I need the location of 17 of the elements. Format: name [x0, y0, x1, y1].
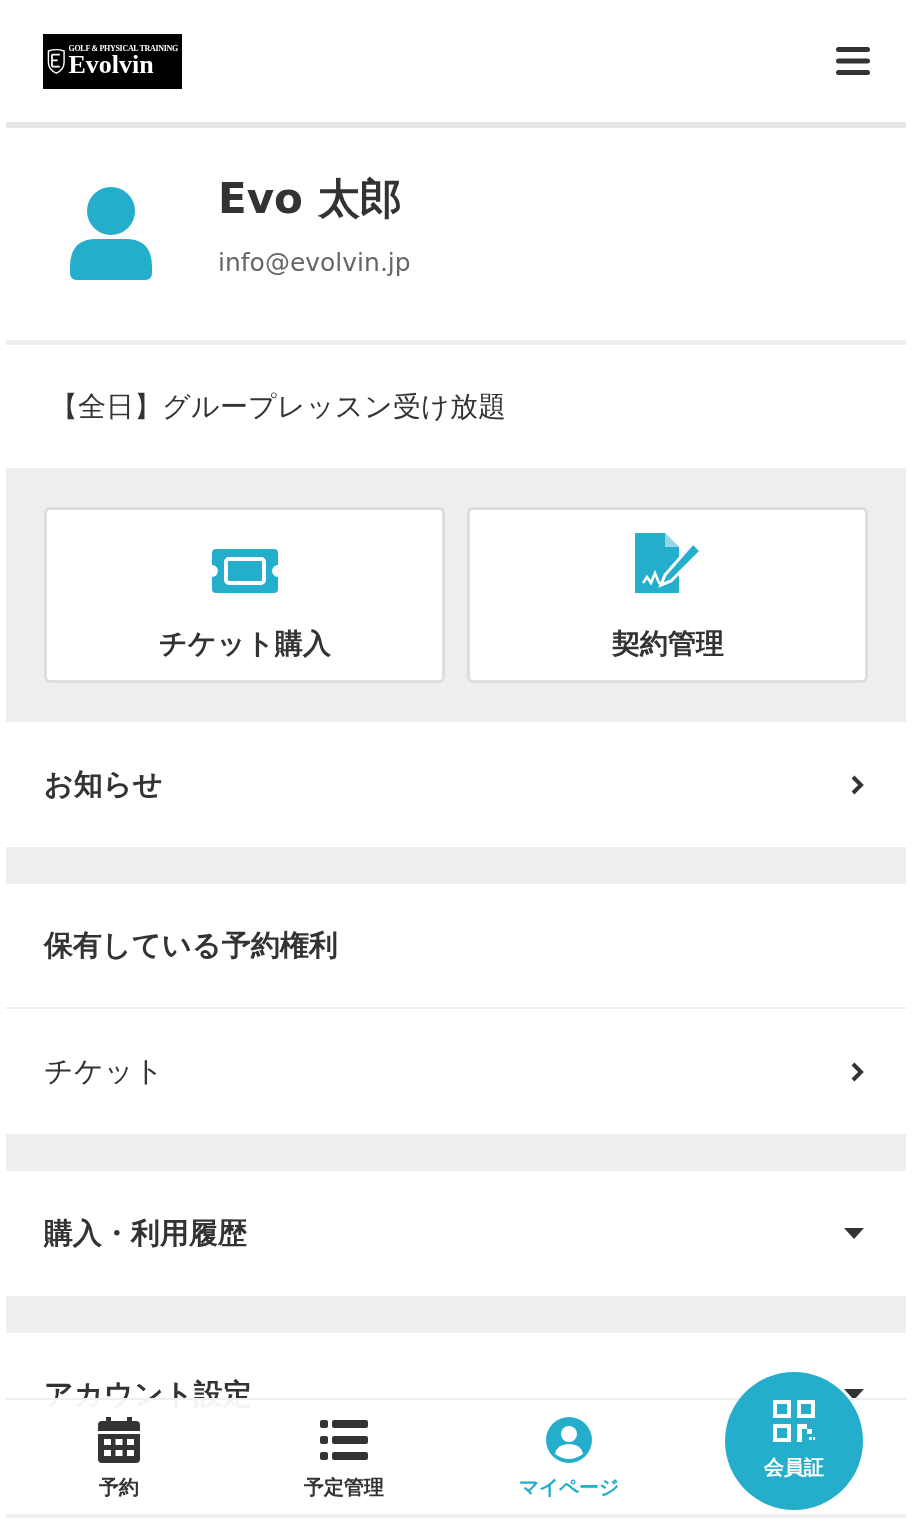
plan-name: 【全日】グループレッスン受け放題: [50, 388, 506, 425]
signed-document-icon: [634, 533, 701, 593]
calendar-icon: [97, 1417, 140, 1463]
user-email: info@evolvin.jp: [218, 246, 411, 279]
logo-wordmark: Evolvin: [68, 51, 154, 78]
logo[interactable]: GOLF & PHYSICAL TRAINING Evolvin: [43, 33, 182, 89]
logo-tagline: GOLF & PHYSICAL TRAINING: [68, 44, 178, 53]
user-name: Evo 太郎: [218, 172, 403, 225]
user-icon: [545, 1417, 592, 1463]
action-button[interactable]: 契約管理: [467, 507, 868, 683]
qr-code-icon: [773, 1400, 815, 1442]
action-button[interactable]: チケット購入: [44, 507, 445, 683]
ticket-icon: [211, 549, 278, 593]
avatar-icon: [70, 187, 152, 281]
chevron-right-icon: [850, 773, 864, 796]
list-icon: [319, 1420, 368, 1460]
chevron-right-icon: [850, 1060, 864, 1083]
